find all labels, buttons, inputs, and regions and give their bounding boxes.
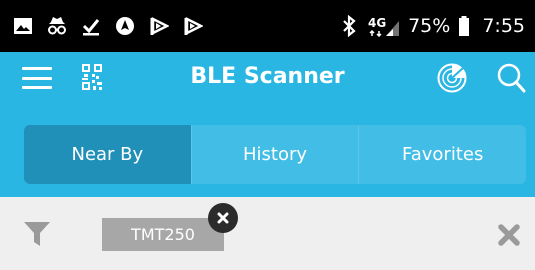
- download-check-icon: [80, 15, 102, 37]
- flag-icon: [148, 15, 170, 37]
- flag-icon: [182, 15, 204, 37]
- network-label: 4G: [368, 16, 386, 30]
- battery-percent: 75%: [408, 15, 451, 37]
- chip-close-icon[interactable]: [208, 203, 238, 233]
- battery-icon: [458, 15, 470, 37]
- navigation-icon: [114, 15, 136, 37]
- image-icon: [12, 15, 34, 37]
- filter-icon[interactable]: [24, 222, 50, 246]
- radar-icon[interactable]: [437, 63, 467, 93]
- tab-near-by[interactable]: Near By: [24, 125, 191, 184]
- tab-favorites[interactable]: Favorites: [358, 125, 526, 184]
- app-bar: BLE Scanner: [0, 52, 535, 104]
- search-icon[interactable]: [496, 62, 526, 94]
- clock: 7:55: [482, 15, 525, 37]
- tab-bar-container: Near By History Favorites: [0, 104, 535, 197]
- notification-icons: [0, 15, 204, 37]
- incognito-icon: [46, 15, 68, 37]
- clear-filter-icon[interactable]: [498, 224, 520, 246]
- tab-history[interactable]: History: [190, 125, 359, 184]
- tab-bar: Near By History Favorites: [24, 125, 526, 184]
- system-status: 4G 75% 7:55: [338, 15, 535, 37]
- filter-chip[interactable]: TMT250: [102, 218, 224, 251]
- filter-bar: TMT250: [0, 197, 535, 270]
- network-icon: 4G: [368, 15, 400, 37]
- status-bar: 4G 75% 7:55: [0, 0, 535, 52]
- bluetooth-icon: [338, 15, 360, 37]
